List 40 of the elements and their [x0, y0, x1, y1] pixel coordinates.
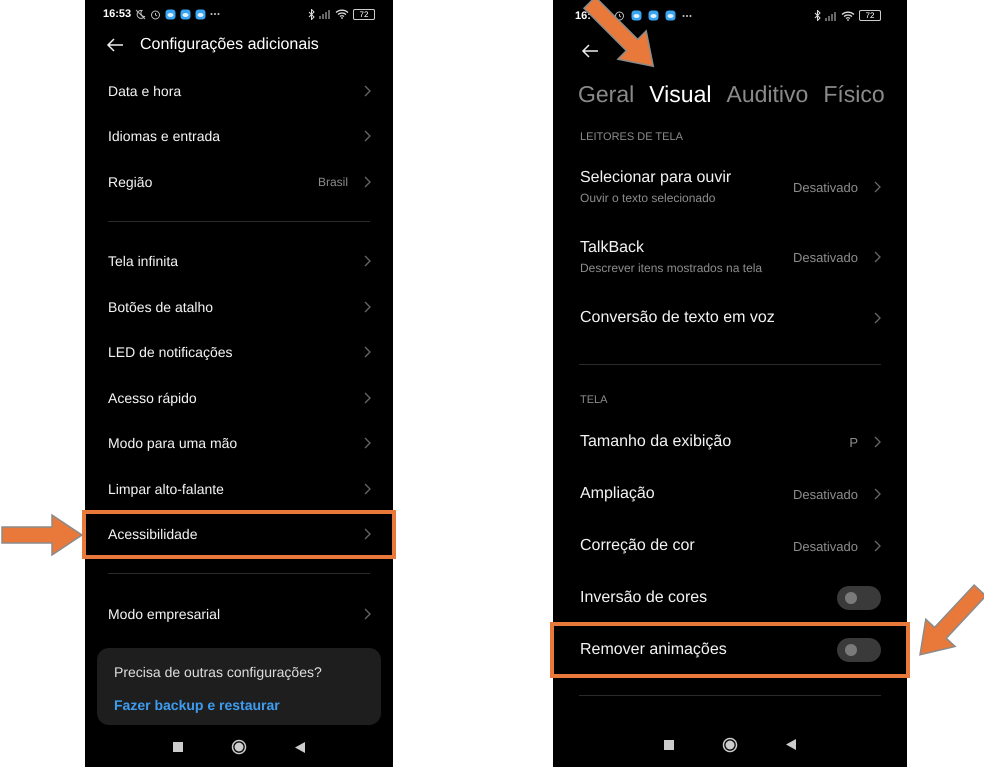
status-time: 16:53	[103, 8, 132, 20]
section-header: LEITORES DE TELA	[579, 130, 684, 145]
row-label[interactable]: Acesso rápido	[108, 390, 348, 406]
row-value: Desativado	[792, 486, 858, 502]
battery-indicator: 72	[859, 10, 881, 22]
row-label[interactable]: Correção de cor	[580, 537, 785, 556]
row-value: Desativado	[792, 180, 858, 195]
row-label[interactable]: Data e hora	[108, 82, 348, 99]
row-label[interactable]: Selecionar para ouvir	[580, 169, 785, 188]
card-text: Precisa de outras configurações?	[114, 664, 323, 680]
row-label[interactable]: Idiomas e entrada	[108, 128, 348, 144]
row-label[interactable]: Tela infinita	[108, 253, 348, 270]
section-header: TELA	[579, 393, 609, 408]
battery-indicator: 72	[353, 8, 375, 20]
row-label[interactable]: Botões de atalho	[108, 298, 348, 315]
row-description: Ouvir o texto selecionado	[580, 191, 716, 206]
row-label[interactable]: Modo empresarial	[108, 606, 348, 622]
backup-link[interactable]: Fazer backup e restaurar	[114, 696, 364, 712]
page-title: Configurações adicionais	[140, 36, 319, 54]
row-label[interactable]: Inversão de cores	[580, 589, 829, 608]
row-value: Brasil	[318, 174, 348, 189]
row-label[interactable]: Acessibilidade	[108, 526, 348, 542]
row-value: Desativado	[792, 250, 858, 265]
row-value: P	[849, 434, 858, 450]
row-label[interactable]: Ampliação	[580, 485, 785, 504]
category-tab[interactable]: Auditivo	[726, 80, 808, 108]
row-label[interactable]: Limpar alto-falante	[108, 480, 348, 497]
row-label[interactable]: Modo para uma mão	[108, 435, 348, 452]
row-description: Descrever itens mostrados na tela	[580, 261, 764, 276]
row-label[interactable]: Remover animações	[580, 641, 829, 660]
row-label[interactable]: Região	[108, 174, 310, 190]
status-time: 16:	[575, 10, 591, 22]
category-tab[interactable]: Visual	[649, 80, 712, 108]
category-tab[interactable]: Geral	[578, 80, 634, 108]
category-tab[interactable]: Físico	[823, 80, 885, 108]
row-label[interactable]: Conversão de texto em voz	[580, 309, 858, 328]
row-label[interactable]: TalkBack	[580, 239, 785, 258]
row-value: Desativado	[792, 538, 858, 554]
row-label[interactable]: Tamanho da exibição	[580, 433, 842, 452]
row-label[interactable]: LED de notificações	[108, 344, 348, 360]
